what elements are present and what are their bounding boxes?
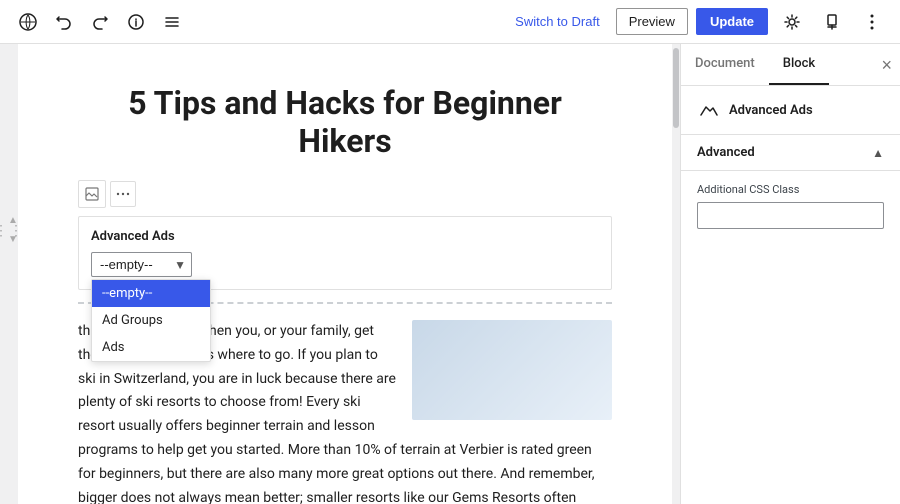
- block-controls-row: [78, 180, 612, 212]
- advanced-ads-block: Advanced Ads --empty-- Ad Groups Ads ▼ -…: [78, 216, 612, 290]
- scroll-thumb[interactable]: [673, 48, 679, 128]
- css-class-label: Additional CSS Class: [697, 183, 884, 196]
- editor-area: 5 Tips and Hacks for Beginner Hikers Adv…: [18, 44, 672, 504]
- sidebar-close-button[interactable]: ×: [881, 56, 892, 74]
- wordpress-icon-button[interactable]: [12, 6, 44, 38]
- toolbar: Switch to Draft Preview Update: [0, 0, 900, 44]
- advanced-ads-block-title: Advanced Ads: [91, 229, 599, 244]
- block-more-button[interactable]: [110, 181, 136, 207]
- css-class-input[interactable]: [697, 202, 884, 229]
- up-chevron-icon: ▲: [8, 215, 18, 226]
- update-button[interactable]: Update: [696, 8, 768, 35]
- scrollbar[interactable]: [672, 44, 680, 504]
- advanced-section-title: Advanced: [697, 145, 755, 160]
- advanced-section-header[interactable]: Advanced ▲: [681, 135, 900, 171]
- list-view-button[interactable]: [156, 6, 188, 38]
- sidebar-block-header: Advanced Ads: [681, 86, 900, 135]
- undo-button[interactable]: [48, 6, 80, 38]
- image-placeholder: [412, 320, 612, 420]
- advanced-ads-sidebar-icon: [697, 98, 721, 122]
- drag-area: ⋮⋮ ▲ ▼: [0, 44, 18, 504]
- chevron-up-icon: ▲: [872, 146, 884, 160]
- advanced-ads-select[interactable]: --empty-- Ad Groups Ads: [91, 252, 192, 277]
- advanced-section-body: Additional CSS Class: [681, 171, 900, 241]
- redo-button[interactable]: [84, 6, 116, 38]
- sidebar-block-name: Advanced Ads: [729, 103, 813, 118]
- main-layout: ⋮⋮ ▲ ▼ 5 Tips and Hacks for Beginner Hik…: [0, 44, 900, 504]
- toolbar-right: Switch to Draft Preview Update: [507, 6, 888, 38]
- settings-button[interactable]: [776, 6, 808, 38]
- dropdown-item-ad-groups[interactable]: Ad Groups: [92, 307, 210, 334]
- sidebar: Document Block × Advanced Ads Advanced ▲…: [680, 44, 900, 504]
- select-wrapper: --empty-- Ad Groups Ads ▼ --empty-- Ad G…: [91, 252, 192, 277]
- info-button[interactable]: [120, 6, 152, 38]
- down-chevron-icon: ▼: [8, 234, 18, 245]
- dropdown-item-ads[interactable]: Ads: [92, 334, 210, 361]
- tab-document[interactable]: Document: [681, 44, 769, 85]
- switch-to-draft-button[interactable]: Switch to Draft: [507, 10, 608, 33]
- dropdown-menu: --empty-- Ad Groups Ads: [91, 279, 211, 362]
- more-options-button[interactable]: [856, 6, 888, 38]
- plugins-button[interactable]: [816, 6, 848, 38]
- post-title: 5 Tips and Hacks for Beginner Hikers: [78, 84, 612, 160]
- dropdown-item-empty[interactable]: --empty--: [92, 280, 210, 307]
- sidebar-header: Document Block ×: [681, 44, 900, 86]
- tab-block[interactable]: Block: [769, 44, 829, 85]
- advanced-section: Advanced ▲ Additional CSS Class: [681, 135, 900, 241]
- preview-button[interactable]: Preview: [616, 8, 688, 35]
- block-image-icon: [78, 180, 106, 208]
- toolbar-left: [12, 6, 499, 38]
